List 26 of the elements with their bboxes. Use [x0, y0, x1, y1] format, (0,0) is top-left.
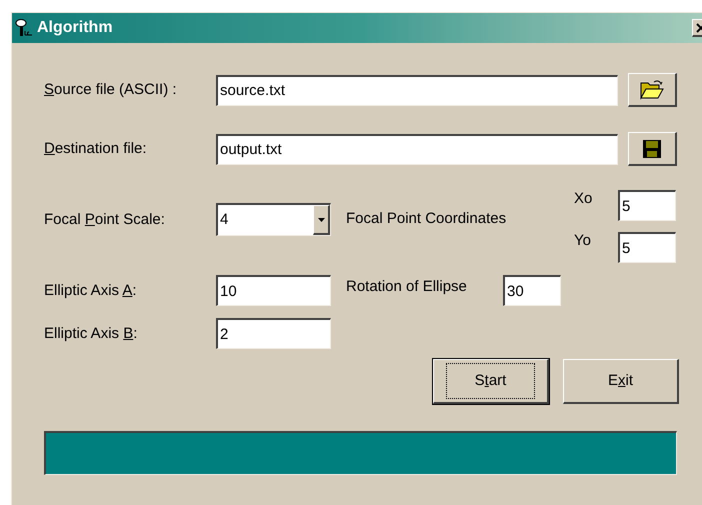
tool-icon	[15, 19, 33, 37]
field-label: Focal Point Coordinates	[346, 209, 508, 230]
field-label: Elliptic Axis B:	[44, 324, 138, 342]
dialog-button[interactable]: Exit	[563, 359, 679, 404]
coordinate-field[interactable]: 5	[618, 190, 676, 221]
coordinate-field[interactable]: 5	[618, 232, 676, 263]
window-title: Algorithm	[37, 18, 113, 38]
caret-down-icon	[318, 218, 324, 222]
file-path-field[interactable]: output.txt	[216, 134, 618, 164]
field-label: Rotation of Ellipse	[346, 277, 468, 298]
scale-dropdown[interactable]: 4	[216, 203, 331, 236]
field-label: Elliptic Axis A:	[44, 282, 137, 298]
open-folder-icon	[640, 80, 664, 100]
field-label: Yo	[574, 231, 592, 252]
browse-button[interactable]	[628, 73, 677, 107]
field-label: Focal Point Scale:	[44, 210, 165, 228]
axis-field[interactable]: 2	[216, 318, 331, 349]
dropdown-arrow-button[interactable]	[313, 205, 330, 235]
rotation-field[interactable]: 30	[503, 275, 561, 306]
file-path-field[interactable]: source.txt	[216, 74, 618, 106]
field-label: Destination file:	[44, 140, 147, 157]
save-button[interactable]	[628, 132, 677, 166]
axis-field[interactable]: 10	[216, 275, 331, 306]
field-label: Source file (ASCII) :	[44, 81, 177, 98]
field-label: Xo	[574, 189, 594, 210]
dialog-button[interactable]: Start	[433, 359, 549, 404]
